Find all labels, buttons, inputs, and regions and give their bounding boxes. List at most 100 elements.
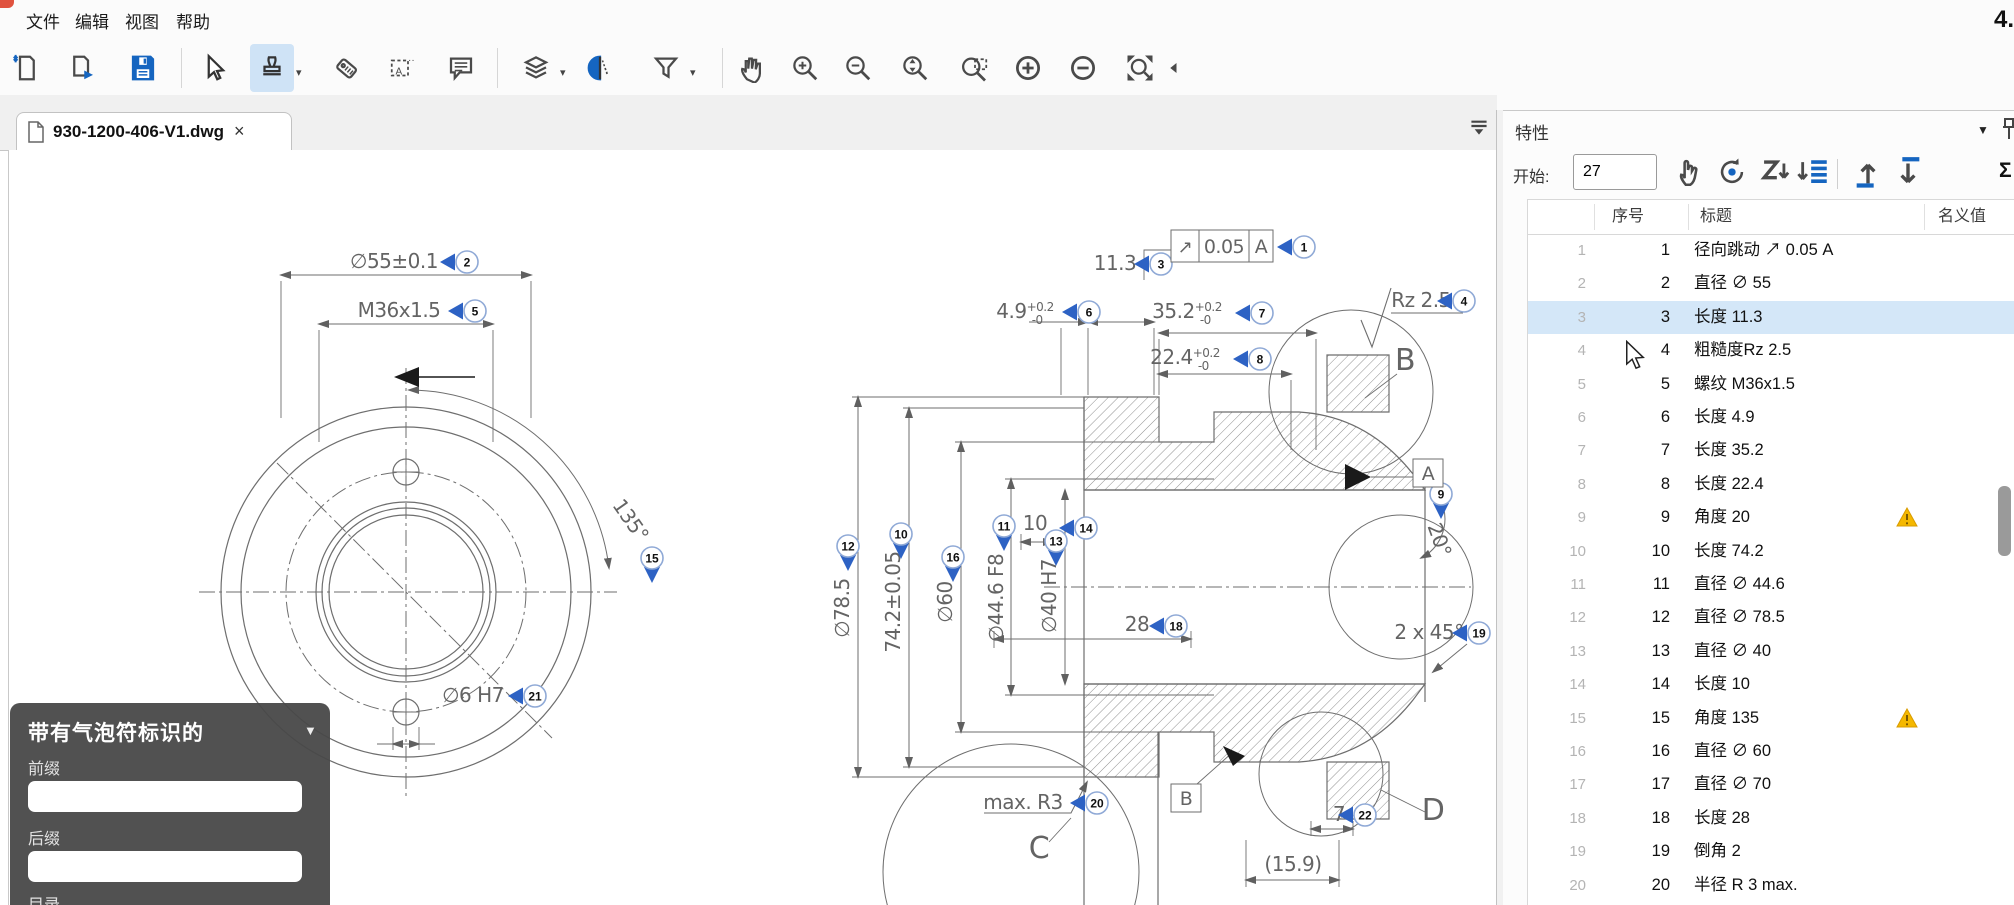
- balloon-2[interactable]: 2: [440, 251, 478, 273]
- table-row[interactable]: 1414长度 1010: [1528, 668, 2014, 701]
- balloon-20[interactable]: 20: [1070, 792, 1108, 814]
- open-document-icon[interactable]: [61, 44, 105, 92]
- rotate-refresh-icon[interactable]: [1715, 155, 1753, 193]
- row-index: 19: [1528, 835, 1586, 868]
- table-row[interactable]: 22直径 ∅ 5555: [1528, 267, 2014, 300]
- table-row[interactable]: 1818长度 2828: [1528, 802, 2014, 835]
- enlarge-icon[interactable]: [1006, 44, 1050, 92]
- row-nominal-value: 70: [1828, 768, 2014, 801]
- table-row[interactable]: 2020半径 R 3 max.: [1528, 869, 2014, 902]
- row-index: 6: [1528, 401, 1586, 434]
- svg-text:A: A: [1255, 236, 1268, 258]
- svg-text:15: 15: [645, 551, 659, 565]
- catalog-label: 目录: [28, 891, 60, 905]
- menu-item-1[interactable]: 文件: [26, 8, 60, 33]
- balloon-6[interactable]: 6: [1062, 301, 1100, 323]
- pan-hand-icon[interactable]: [730, 44, 774, 92]
- balloon-1[interactable]: 1: [1277, 236, 1315, 258]
- table-row[interactable]: 44粗糙度Rz 2.5: [1528, 334, 2014, 367]
- table-row[interactable]: 1616直径 ∅ 6060: [1528, 735, 2014, 768]
- suffix-input[interactable]: [28, 851, 302, 882]
- table-row[interactable]: 66长度 4.94.9: [1528, 401, 2014, 434]
- move-bottom-icon[interactable]: [1891, 155, 1929, 193]
- pin-icon[interactable]: [2001, 117, 2014, 143]
- balloon-9[interactable]: 9: [1430, 483, 1452, 519]
- row-number: 2: [1588, 267, 1670, 300]
- balloon-3[interactable]: 3: [1134, 253, 1172, 275]
- select-cursor-icon[interactable]: [193, 44, 237, 92]
- menu-item-3[interactable]: 视图: [125, 8, 159, 33]
- table-row[interactable]: 1111直径 ∅ 44.644.6: [1528, 568, 2014, 601]
- layers-dropdown-caret[interactable]: ▾: [560, 66, 566, 79]
- table-row[interactable]: 1010长度 74.274.2: [1528, 535, 2014, 568]
- compare-shade-icon[interactable]: [578, 44, 622, 92]
- new-document-icon[interactable]: [3, 44, 47, 92]
- table-row[interactable]: 1919倒角 22: [1528, 835, 2014, 868]
- balloon-7[interactable]: 7: [1235, 302, 1273, 324]
- tab-overflow-icon[interactable]: [1466, 113, 1492, 139]
- zoom-dynamic-icon[interactable]: [893, 44, 937, 92]
- reduce-icon[interactable]: [1061, 44, 1105, 92]
- select-region-icon[interactable]: A··: [381, 44, 425, 92]
- table-row[interactable]: 33长度 11.311.3: [1528, 301, 2014, 334]
- table-row[interactable]: 99角度 20 20: [1528, 501, 2014, 534]
- table-row[interactable]: 1515角度 135 135: [1528, 702, 2014, 735]
- stamp-balloon-dropdown-caret[interactable]: ▾: [296, 66, 302, 79]
- row-index: 12: [1528, 601, 1586, 634]
- more-caret-icon[interactable]: [1152, 44, 1196, 92]
- table-row[interactable]: 11径向跳动 ↗ 0.05 A: [1528, 234, 2014, 267]
- overlay-collapse-caret-icon[interactable]: ▼: [304, 723, 317, 738]
- menu-item-4[interactable]: 帮助: [176, 8, 210, 33]
- move-top-icon[interactable]: [1851, 155, 1889, 193]
- row-title: 直径 ∅ 70: [1694, 768, 1771, 801]
- panel-collapse-caret-icon[interactable]: ▼: [1977, 123, 1989, 137]
- prefix-input[interactable]: [28, 781, 302, 812]
- table-row[interactable]: 1313直径 ∅ 4040: [1528, 635, 2014, 668]
- tab-close-icon[interactable]: ×: [234, 121, 245, 142]
- row-index: 2: [1528, 267, 1586, 300]
- dimension-text: ∅55±0.1: [350, 249, 438, 273]
- hand-select-icon[interactable]: [1673, 155, 1711, 193]
- start-number-input[interactable]: [1573, 154, 1657, 190]
- row-nominal-value: 2: [1828, 835, 2014, 868]
- table-row[interactable]: 1717直径 ∅ 7070: [1528, 768, 2014, 801]
- balloon-11[interactable]: 11: [993, 515, 1015, 551]
- sum-icon[interactable]: Σ: [1999, 159, 2012, 183]
- layers-icon[interactable]: [514, 44, 558, 92]
- svg-text:21: 21: [528, 689, 542, 703]
- row-index: 14: [1528, 668, 1586, 701]
- column-no: 序号: [1612, 200, 1644, 233]
- numbered-list-icon[interactable]: [1797, 155, 1835, 193]
- table-row[interactable]: 88长度 22.422.4: [1528, 468, 2014, 501]
- balloon-18[interactable]: 18: [1149, 615, 1187, 637]
- row-index: 10: [1528, 535, 1586, 568]
- balloon-21[interactable]: 21: [508, 685, 546, 707]
- zoom-window-icon[interactable]: [953, 44, 997, 92]
- row-title: 直径 ∅ 55: [1694, 267, 1771, 300]
- save-document-icon[interactable]: [121, 44, 165, 92]
- table-row[interactable]: 77长度 35.235.2: [1528, 434, 2014, 467]
- filter-dropdown-caret[interactable]: ▾: [690, 66, 696, 79]
- balloon-12[interactable]: 12: [837, 535, 859, 571]
- table-scrollbar[interactable]: [1998, 486, 2011, 556]
- row-title: 角度 135: [1694, 702, 1759, 735]
- document-tab[interactable]: 930-1200-406-V1.dwg ×: [16, 112, 292, 150]
- row-title: 粗糙度Rz 2.5: [1694, 334, 1791, 367]
- table-row[interactable]: 1212直径 ∅ 78.578.5: [1528, 601, 2014, 634]
- comment-icon[interactable]: [439, 44, 483, 92]
- row-index: 17: [1528, 768, 1586, 801]
- dimension-text: 22.4+0.2-0: [1150, 345, 1220, 373]
- detail-label-D: D: [1422, 793, 1445, 828]
- menu-item-2[interactable]: 编辑: [75, 8, 109, 33]
- zoom-out-icon[interactable]: [836, 44, 880, 92]
- tag-icon[interactable]: [325, 44, 369, 92]
- sort-z-icon[interactable]: [1757, 155, 1795, 193]
- balloon-5[interactable]: 5: [448, 300, 486, 322]
- stamp-balloon-icon[interactable]: [250, 44, 294, 92]
- zoom-in-icon[interactable]: [783, 44, 827, 92]
- filter-icon[interactable]: [644, 44, 688, 92]
- table-row[interactable]: 55螺纹 M36x1.5: [1528, 368, 2014, 401]
- row-title: 螺纹 M36x1.5: [1694, 368, 1795, 401]
- balloon-8[interactable]: 8: [1233, 348, 1271, 370]
- balloon-15[interactable]: 15: [641, 547, 663, 583]
